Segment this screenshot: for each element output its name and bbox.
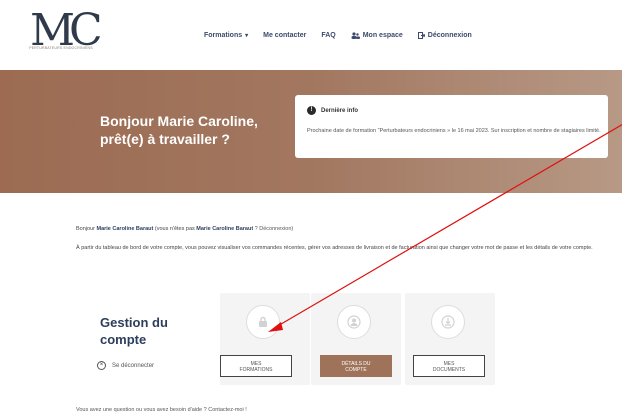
details-compte-line2: COMPTE — [345, 367, 367, 373]
greet-mid: (vous n'êtes pas — [153, 226, 197, 232]
greeting: Bonjour Marie Caroline Baraut (vous n'êt… — [76, 226, 616, 232]
card-formations-circle — [246, 305, 280, 339]
info-icon: ! — [307, 106, 316, 115]
card-compte-circle — [337, 305, 371, 339]
nav-faq-label: FAQ — [321, 32, 336, 39]
hero-title: Bonjour Marie Caroline, prêt(e) à travai… — [100, 112, 310, 148]
info-header: ! Dernière info — [307, 106, 358, 115]
nav-deconnexion[interactable]: Déconnexion — [417, 32, 472, 39]
hero-title-line1: Bonjour Marie Caroline, — [100, 113, 258, 129]
close-circle-icon: × — [97, 361, 106, 370]
info-card: ! Dernière info Prochaine date de format… — [295, 95, 608, 158]
mes-documents-line2: DOCUMENTS — [432, 367, 466, 373]
mes-formations-line2: FORMATIONS — [239, 367, 273, 373]
logout-link[interactable]: × Se déconnecter — [97, 361, 154, 370]
dashboard-description: À partir du tableau de bord de votre com… — [76, 245, 593, 251]
nav-formations-label: Formations — [204, 32, 243, 39]
users-icon — [351, 32, 360, 39]
nav-mon-espace[interactable]: Mon espace — [351, 32, 403, 39]
nav-me-contacter[interactable]: Me contacter — [263, 32, 306, 39]
mes-documents-button[interactable]: MES DOCUMENTS — [413, 355, 485, 377]
site-header: MC PERTURBATEURS ENDOCRINIENS Formations… — [0, 0, 622, 70]
logo-tagline: PERTURBATEURS ENDOCRINIENS — [22, 46, 100, 50]
mes-formations-button[interactable]: MES FORMATIONS — [220, 355, 292, 377]
chevron-down-icon: ▾ — [245, 33, 249, 39]
nav-deconnexion-label: Déconnexion — [427, 32, 472, 39]
greet-name: Marie Caroline Baraut — [96, 226, 154, 232]
user-icon — [347, 315, 361, 329]
lock-icon — [259, 316, 267, 327]
info-text: Prochaine date de formation "Perturbateu… — [307, 128, 601, 134]
download-icon — [441, 315, 455, 329]
greet-name2: Marie Caroline Baraut — [196, 226, 254, 232]
hero-banner: Bonjour Marie Caroline, prêt(e) à travai… — [0, 70, 622, 193]
card-documents-circle — [431, 305, 465, 339]
section-title-line1: Gestion du — [100, 315, 168, 330]
greet-logout-link[interactable]: ? Déconnexion) — [253, 226, 294, 232]
nav-contact-label: Me contacter — [263, 32, 307, 39]
details-compte-button[interactable]: DÉTAILS DU COMPTE — [320, 355, 392, 377]
nav-formations[interactable]: Formations ▾ — [204, 32, 248, 39]
section-title-line2: compte — [100, 332, 147, 347]
nav-mon-espace-label: Mon espace — [362, 32, 403, 39]
info-title: Dernière info — [321, 107, 359, 114]
nav-faq[interactable]: FAQ — [321, 32, 335, 39]
section-title: Gestion du compte — [100, 314, 168, 348]
logo[interactable]: MC PERTURBATEURS ENDOCRINIENS — [22, 9, 103, 65]
hero-title-line2: prêt(e) à travailler ? — [100, 131, 230, 147]
help-text: Vous avez une question ou vous avez beso… — [76, 407, 247, 413]
logout-icon — [417, 32, 425, 39]
logout-label: Se déconnecter — [112, 362, 155, 369]
greet-prefix: Bonjour — [76, 226, 97, 232]
main-nav: Formations ▾ Me contacter FAQ Mon espace… — [204, 32, 487, 39]
